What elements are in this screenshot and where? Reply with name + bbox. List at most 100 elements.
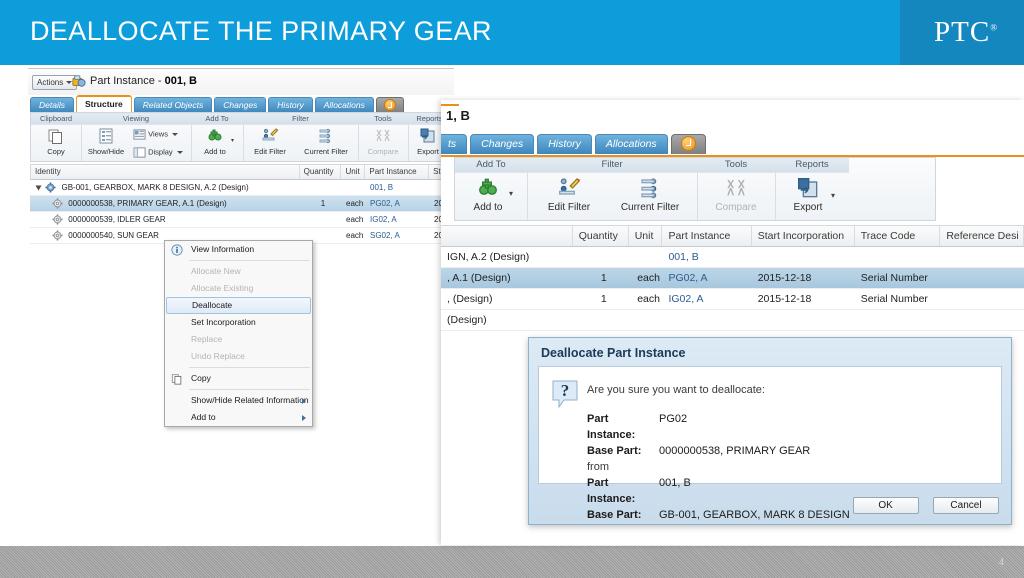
ribbon-button-label: Add to <box>204 147 226 156</box>
context-menu-item-add-to[interactable]: Add to <box>165 409 312 426</box>
context-menu-item-label: Show/Hide Related Information <box>191 395 309 405</box>
tab-related-objects[interactable]: ts <box>441 134 468 154</box>
tab-history[interactable]: History <box>537 134 592 154</box>
row-identity: IGN, A.2 (Design) <box>447 251 530 263</box>
row-part-instance[interactable]: 001, B <box>662 247 751 267</box>
chevron-down-icon[interactable]: ▾ <box>831 191 835 200</box>
row-part-instance[interactable]: IG02, A <box>366 212 430 227</box>
row-quantity: 1 <box>320 199 326 208</box>
row-part-instance[interactable]: PG02, A <box>662 268 751 288</box>
ribbon-button-label: Current Filter <box>304 147 348 156</box>
ribbon-button-compare: Compare <box>705 176 767 214</box>
ribbon-group-tools: Tools Compare <box>358 113 409 161</box>
tab-related-objects[interactable]: Related Objects <box>133 97 213 113</box>
ok-button[interactable]: OK <box>852 497 919 514</box>
ribbon-button-display[interactable]: Display <box>133 146 183 159</box>
row-part-instance[interactable]: IG02, A <box>662 289 751 309</box>
column-header-unit[interactable]: Unit <box>629 226 663 246</box>
row-start-incorporation: 2015-12-18 <box>757 272 812 284</box>
ribbon-button-label: Display <box>148 147 173 157</box>
tab-allocations[interactable]: Allocations <box>594 134 668 154</box>
background-tab-strip: Details Structure Related Objects Changes Hi… <box>30 95 406 113</box>
ribbon-button-edit-filter[interactable]: Edit Filter <box>245 127 295 156</box>
table-row[interactable]: , A.1 (Design) 1 each PG02, A 2015-12-18… <box>441 268 1024 289</box>
table-row[interactable]: IGN, A.2 (Design) 001, B <box>441 247 1024 268</box>
ribbon-button-copy[interactable]: Copy <box>33 127 79 156</box>
context-menu-item-deallocate[interactable]: Deallocate <box>166 297 311 314</box>
tab-changes[interactable]: Changes <box>214 97 267 113</box>
row-part-instance[interactable]: 001, B <box>366 180 430 195</box>
ribbon-group-filter: Filter Edit Filter Current Filter <box>527 158 698 220</box>
ribbon-button-label: Edit Filter <box>254 147 286 156</box>
slide-footer <box>0 546 1024 578</box>
column-header-quantity[interactable]: Quantity <box>300 165 342 179</box>
ribbon-button-export[interactable]: Export <box>777 176 839 214</box>
tab-overflow-button[interactable] <box>375 97 404 113</box>
registered-mark: ® <box>990 22 999 33</box>
column-header-part-instance[interactable]: Part Instance <box>662 226 752 246</box>
tab-changes[interactable]: Changes <box>470 134 535 154</box>
context-menu-item-copy[interactable]: Copy <box>165 370 312 387</box>
ribbon-button-views[interactable]: Views <box>133 128 179 141</box>
tab-details[interactable]: Details <box>30 97 74 113</box>
context-menu-item-show-hide-related-information[interactable]: Show/Hide Related Information <box>165 392 312 409</box>
ribbon-button-show-hide[interactable]: Show/Hide <box>81 127 131 156</box>
column-header-start-incorporation[interactable]: Start Incorporation <box>752 226 855 246</box>
column-header-reference-designator[interactable]: Reference Desi <box>940 226 1024 246</box>
current-filter-icon <box>297 127 355 147</box>
dialog-title: Deallocate Part Instance <box>541 346 686 360</box>
column-header-quantity[interactable]: Quantity <box>573 226 629 246</box>
row-unit: each <box>346 215 364 224</box>
row-part-instance[interactable]: SG02, A <box>366 228 430 243</box>
edit-filter-icon <box>533 176 605 202</box>
actions-button[interactable]: Actions <box>32 75 78 90</box>
table-row[interactable]: 0000000539, IDLER GEAR each IG02, A 20 <box>30 212 450 228</box>
dialog-target-base-part: Base Part: GB-001, GEARBOX, MARK 8 DESIG… <box>587 507 850 523</box>
expander-icon[interactable] <box>35 185 42 191</box>
tab-allocations[interactable]: Allocations <box>314 97 374 113</box>
row-part-instance[interactable]: PG02, A <box>366 196 430 211</box>
column-header-trace-code[interactable]: Trace Code <box>855 226 941 246</box>
ribbon-button-current-filter[interactable]: Current Filter <box>297 127 355 156</box>
table-row[interactable]: , (Design) 1 each IG02, A 2015-12-18 Ser… <box>441 289 1024 310</box>
tab-overflow-button[interactable] <box>670 134 706 154</box>
menu-separator <box>189 260 310 261</box>
row-trace-code: Serial Number <box>860 272 928 284</box>
chevron-down-icon[interactable]: ▾ <box>231 137 234 144</box>
context-menu-item-label: Allocate Existing <box>191 283 254 293</box>
column-header-unit[interactable]: Unit <box>341 165 366 179</box>
context-menu-item-set-incorporation[interactable]: Set Incorporation <box>165 314 312 331</box>
column-header-part-instance[interactable]: Part Instance <box>365 165 430 179</box>
row-identity: 0000000538, PRIMARY GEAR, A.1 (Design) <box>68 199 227 208</box>
ribbon-button-current-filter[interactable]: Current Filter <box>607 176 693 214</box>
ribbon-group-viewing: Viewing Show/Hide Views Display <box>81 113 192 161</box>
foreground-tab-strip: ts Changes History Allocations <box>441 134 709 156</box>
ribbon-group-tools: Tools Compare <box>697 158 776 220</box>
field-label: Base Part: <box>587 445 642 457</box>
dialog-details: Part Instance: PG02 Base Part: 000000053… <box>587 411 850 523</box>
context-menu-item-view-information[interactable]: View Information <box>165 241 312 258</box>
row-identity: 0000000540, SUN GEAR <box>68 231 159 240</box>
menu-separator <box>189 367 310 368</box>
orange-circle-icon <box>680 135 696 151</box>
column-header-identity[interactable] <box>441 226 573 246</box>
chevron-down-icon <box>172 133 179 136</box>
tab-history[interactable]: History <box>268 97 313 113</box>
row-quantity: 1 <box>600 293 607 305</box>
cancel-button[interactable]: Cancel <box>933 497 999 514</box>
current-filter-icon <box>607 176 693 202</box>
tab-structure[interactable]: Structure <box>75 95 132 113</box>
table-row[interactable]: 0000000538, PRIMARY GEAR, A.1 (Design) 1… <box>30 196 450 212</box>
deallocate-part-instance-dialog: Deallocate Part Instance ? Are you sure … <box>528 337 1012 525</box>
field-label: Part Instance: <box>587 477 636 505</box>
table-row[interactable]: (Design) <box>441 310 1024 331</box>
column-header-identity[interactable]: Identity <box>31 165 300 179</box>
field-label: Base Part: <box>587 509 642 521</box>
table-row[interactable]: GB-001, GEARBOX, MARK 8 DESIGN, A.2 (Des… <box>30 180 450 196</box>
ribbon-group-label: Add To <box>191 113 243 125</box>
ribbon-button-edit-filter[interactable]: Edit Filter <box>533 176 605 214</box>
row-identity: GB-001, GEARBOX, MARK 8 DESIGN, A.2 (Des… <box>61 183 249 192</box>
ribbon-group-label: Clipboard <box>31 113 81 125</box>
chevron-down-icon[interactable]: ▾ <box>509 189 513 198</box>
ribbon-button-label: Current Filter <box>620 202 680 213</box>
